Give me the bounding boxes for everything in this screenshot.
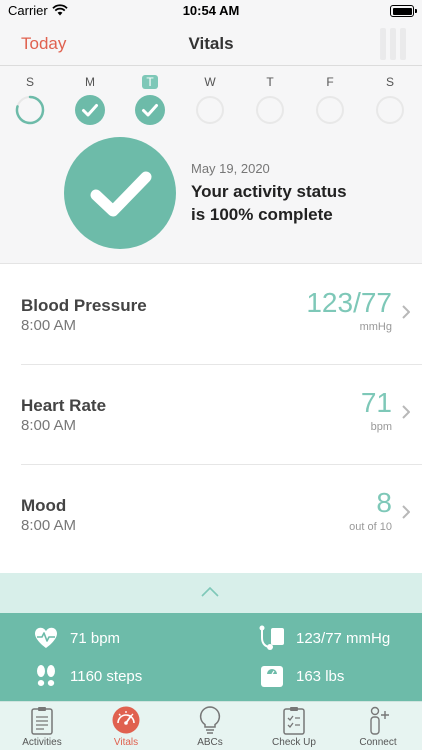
day-letter: S — [385, 75, 394, 89]
scale-icon — [258, 662, 286, 690]
day-letter: M — [85, 75, 95, 89]
heart-pulse-icon — [32, 624, 60, 652]
tab-label: Connect — [359, 737, 397, 748]
empty-progress-ring-icon — [315, 95, 345, 125]
footsteps-icon — [32, 662, 60, 690]
stat-heart-rate: 71 bpm — [32, 623, 120, 653]
blood-pressure-cuff-icon — [258, 624, 286, 652]
checklist-icon — [252, 705, 336, 735]
stat-weight: 163 lbs — [258, 661, 344, 691]
add-person-icon — [336, 705, 420, 735]
vital-time: 8:00 AM — [21, 417, 77, 434]
weight-stat: 163 lbs — [296, 667, 345, 685]
stats-panel: 71 bpm 123/77 mmHg 1160 steps 163 lbs — [0, 613, 422, 701]
tab-activities[interactable]: Activities — [0, 702, 84, 750]
summary-status-line2: is 100% complete — [191, 205, 333, 224]
vital-unit: out of 10 — [349, 521, 392, 533]
day-letter: T — [266, 75, 274, 89]
vital-value: 8 — [376, 487, 392, 518]
status-bar: Carrier 10:54 AM — [0, 0, 422, 22]
lightbulb-icon — [168, 705, 252, 735]
day-letter-today: T — [142, 75, 158, 89]
vital-row-heart-rate[interactable]: Heart Rate 8:00 AM 71 bpm — [21, 365, 422, 465]
vital-title: Heart Rate — [21, 396, 107, 415]
vital-time: 8:00 AM — [21, 517, 77, 534]
activity-summary: May 19, 2020 Your activity status is 100… — [0, 126, 422, 264]
completion-check-icon — [64, 137, 176, 249]
vital-title: Blood Pressure — [21, 296, 147, 315]
vital-unit: bpm — [370, 421, 392, 433]
gauge-icon — [84, 705, 168, 735]
chevron-right-icon — [402, 405, 411, 424]
tab-check-up[interactable]: Check Up — [252, 702, 336, 750]
day-saturday[interactable]: S — [373, 73, 407, 125]
vital-unit: mmHg — [359, 321, 392, 333]
day-tuesday[interactable]: T — [133, 73, 167, 125]
tab-bar: Activities Vitals ABCs Check Up Connect — [0, 701, 422, 750]
summary-status-line1: Your activity status — [191, 182, 347, 201]
empty-progress-ring-icon — [255, 95, 285, 125]
day-letter: W — [204, 75, 216, 89]
chevron-right-icon — [402, 505, 411, 524]
stats-collapse-toggle[interactable] — [0, 573, 422, 613]
day-complete-check-icon — [75, 95, 105, 125]
nav-bar: Today Vitals — [0, 22, 422, 66]
blood-pressure-stat: 123/77 mmHg — [296, 629, 391, 647]
clock-label: 10:54 AM — [182, 3, 240, 18]
day-sunday[interactable]: S — [13, 73, 47, 125]
empty-progress-ring-icon — [375, 95, 405, 125]
day-thursday[interactable]: T — [253, 73, 287, 125]
battery-icon — [390, 5, 417, 17]
day-letter: F — [326, 75, 334, 89]
vital-row-mood[interactable]: Mood 8:00 AM 8 out of 10 — [21, 465, 422, 565]
tab-abcs[interactable]: ABCs — [168, 702, 252, 750]
chevron-right-icon — [402, 305, 411, 324]
chevron-up-icon — [201, 587, 219, 597]
vital-time: 8:00 AM — [21, 317, 77, 334]
day-wednesday[interactable]: W — [193, 73, 227, 125]
week-strip: S M T W T F S — [0, 66, 422, 126]
tab-connect[interactable]: Connect — [336, 702, 420, 750]
tab-label: Vitals — [113, 737, 139, 748]
vital-value: 123/77 — [306, 287, 392, 318]
tab-vitals[interactable]: Vitals — [84, 702, 168, 750]
vital-value: 71 — [360, 387, 392, 418]
tab-label: ABCs — [197, 737, 223, 748]
header-decoration — [380, 28, 410, 60]
heart-rate-stat: 71 bpm — [70, 629, 121, 647]
empty-progress-ring-icon — [195, 95, 225, 125]
day-complete-check-icon — [135, 95, 165, 125]
tab-label: Activities — [22, 737, 62, 748]
stat-steps: 1160 steps — [32, 661, 142, 691]
tab-label: Check Up — [272, 737, 316, 748]
day-monday[interactable]: M — [73, 73, 107, 125]
vitals-list: Blood Pressure 8:00 AM 123/77 mmHg Heart… — [0, 265, 422, 565]
day-letter: S — [25, 75, 34, 89]
day-friday[interactable]: F — [313, 73, 347, 125]
partial-progress-ring-icon — [15, 95, 45, 125]
page-title: Vitals — [188, 34, 234, 53]
vital-row-blood-pressure[interactable]: Blood Pressure 8:00 AM 123/77 mmHg — [21, 265, 422, 365]
vital-title: Mood — [21, 496, 67, 515]
stat-blood-pressure: 123/77 mmHg — [258, 623, 390, 653]
summary-date: May 19, 2020 — [191, 161, 270, 176]
clipboard-list-icon — [0, 705, 84, 735]
steps-stat: 1160 steps — [70, 667, 143, 685]
